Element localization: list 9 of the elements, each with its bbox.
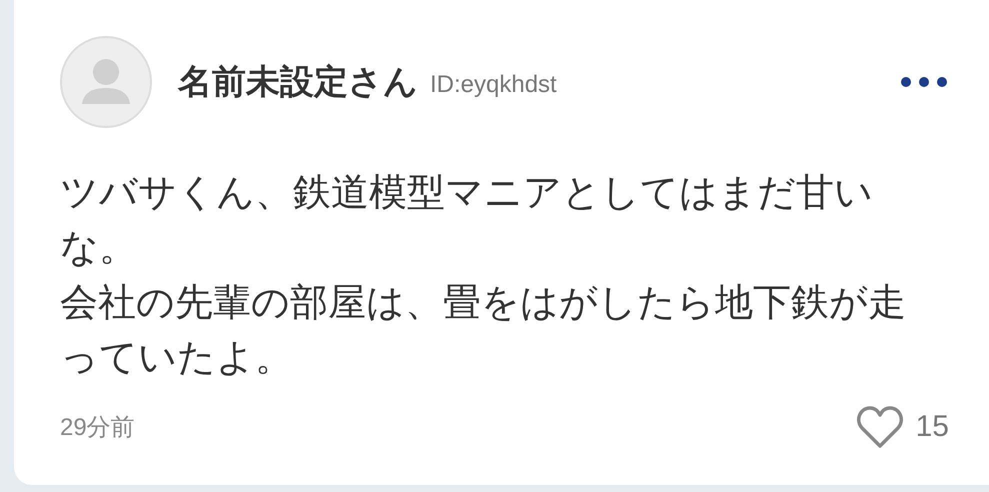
post-time: 29分前 (60, 413, 135, 443)
post-paragraph: 会社の先輩の部屋は、畳をはがしたら地下鉄が走っていたよ。 (60, 281, 907, 381)
like-count: 15 (916, 410, 949, 444)
post-paragraph: ツバサくん、鉄道模型マニアとしてはまだ甘いな。 (60, 171, 874, 271)
heart-icon[interactable] (856, 405, 904, 449)
more-icon[interactable] (899, 75, 949, 89)
author-name: 名前未設定さん (178, 62, 418, 103)
avatar-icon (60, 36, 152, 128)
user-id: ID:eyqkhdst (430, 71, 557, 99)
